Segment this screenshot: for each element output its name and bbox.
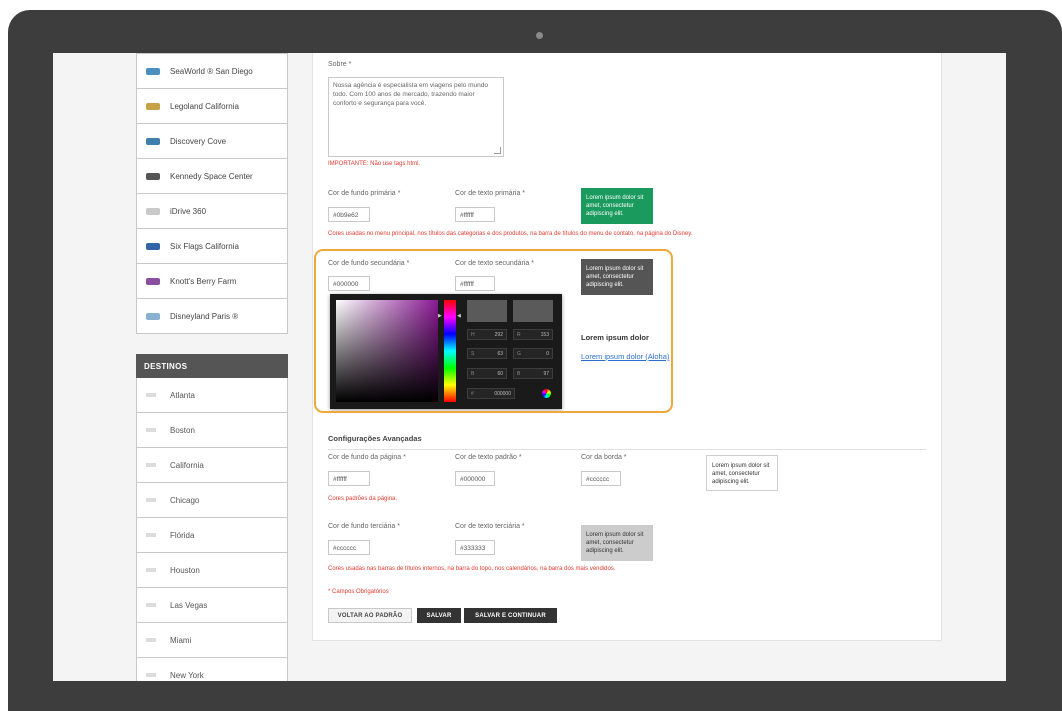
park-logo-icon (146, 207, 160, 215)
tertiary-bg-input[interactable]: #cccccc (328, 540, 370, 555)
destino-item[interactable]: Chicago (136, 483, 288, 518)
page-bg-label: Cor de fundo da página * (328, 454, 406, 461)
park-item[interactable]: SeaWorld ® San Diego (136, 53, 288, 89)
park-item[interactable]: Legoland California (136, 89, 288, 124)
park-logo-icon (146, 242, 160, 250)
tertiary-preview: Lorem ipsum dolor sit amet, consectetur … (581, 525, 653, 561)
reset-button[interactable]: VOLTAR AO PADRÃO (328, 608, 412, 623)
border-label: Cor da borda * (581, 454, 627, 461)
border-input[interactable]: #cccccc (581, 471, 621, 486)
park-item[interactable]: Kennedy Space Center (136, 159, 288, 194)
destino-item[interactable]: Houston (136, 553, 288, 588)
sobre-textarea[interactable]: Nossa agência é especialista em viagens … (328, 77, 504, 157)
primary-bg-input[interactable]: #0b9e62 (328, 207, 370, 222)
park-item[interactable]: Discovery Cove (136, 124, 288, 159)
default-preview: Lorem ipsum dolor sit amet, consectetur … (706, 455, 778, 491)
page-note: Cores padrões da página. (328, 496, 398, 502)
destinos-header: DESTINOS (136, 354, 288, 378)
park-item[interactable]: Disneyland Paris ® (136, 299, 288, 334)
sidebar: SeaWorld ® San Diego Legoland California… (136, 53, 288, 681)
destino-marker-icon (146, 428, 156, 432)
destino-marker-icon (146, 638, 156, 642)
destino-item[interactable]: Atlanta (136, 378, 288, 413)
resize-grip-icon[interactable] (494, 147, 501, 154)
park-item[interactable]: Knott's Berry Farm (136, 264, 288, 299)
destino-marker-icon (146, 463, 156, 467)
destino-marker-icon (146, 393, 156, 397)
park-item[interactable]: Six Flags California (136, 229, 288, 264)
tertiary-text-input[interactable]: #333333 (455, 540, 495, 555)
destino-marker-icon (146, 498, 156, 502)
park-logo-icon (146, 277, 160, 285)
destino-item[interactable]: Boston (136, 413, 288, 448)
default-text-input[interactable]: #000000 (455, 471, 495, 486)
park-logo-icon (146, 102, 160, 110)
tertiary-text-label: Cor de texto terciária * (455, 523, 525, 530)
section-divider (328, 449, 926, 450)
sobre-note: IMPORTANTE: Não use tags html. (328, 161, 421, 167)
primary-note: Cores usadas no menu principal, nos títu… (328, 231, 693, 237)
highlight-frame (314, 249, 673, 413)
primary-text-label: Cor de texto primária * (455, 190, 526, 197)
destino-item[interactable]: Flórida (136, 518, 288, 553)
tertiary-bg-label: Cor de fundo terciária * (328, 523, 400, 530)
destino-item[interactable]: New York (136, 658, 288, 681)
advanced-title: Configurações Avançadas (328, 434, 422, 443)
primary-bg-label: Cor de fundo primária * (328, 190, 401, 197)
destino-marker-icon (146, 673, 156, 677)
tertiary-note: Cores usadas nas barras de títulos inter… (328, 566, 616, 572)
destino-item[interactable]: Las Vegas (136, 588, 288, 623)
destino-marker-icon (146, 533, 156, 537)
page-bg-input[interactable]: #ffffff (328, 471, 370, 486)
park-item[interactable]: iDrive 360 (136, 194, 288, 229)
save-continue-button[interactable]: SALVAR E CONTINUAR (464, 608, 557, 623)
park-logo-icon (146, 67, 160, 75)
destino-marker-icon (146, 603, 156, 607)
primary-text-input[interactable]: #ffffff (455, 207, 495, 222)
primary-preview: Lorem ipsum dolor sit amet, consectetur … (581, 188, 653, 224)
destino-item[interactable]: California (136, 448, 288, 483)
laptop-camera (536, 32, 543, 39)
destino-marker-icon (146, 568, 156, 572)
required-note: * Campos Obrigatórios (328, 589, 389, 595)
destino-item[interactable]: Miami (136, 623, 288, 658)
park-list: SeaWorld ® San Diego Legoland California… (136, 53, 288, 334)
park-logo-icon (146, 312, 160, 320)
park-logo-icon (146, 172, 160, 180)
park-logo-icon (146, 137, 160, 145)
screen: SeaWorld ® San Diego Legoland California… (53, 53, 1006, 681)
sobre-label: Sobre * (328, 61, 352, 68)
save-button[interactable]: SALVAR (417, 608, 461, 623)
default-text-label: Cor de texto padrão * (455, 454, 522, 461)
